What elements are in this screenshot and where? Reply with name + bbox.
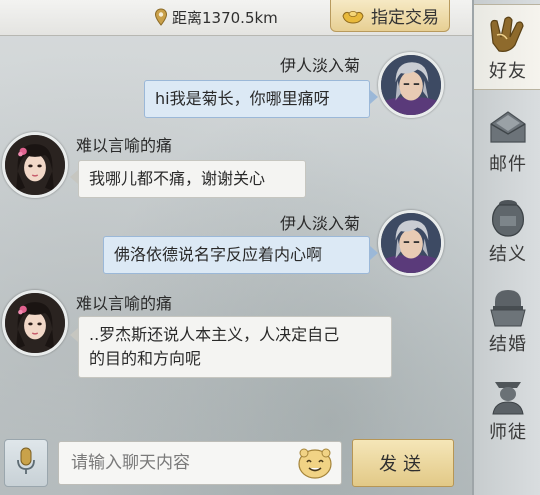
distance-label: 距离1370.5km	[172, 8, 278, 27]
message-text-line: 的目的和方向呢	[89, 349, 202, 368]
designated-trade-button[interactable]: 指定交易	[330, 0, 450, 32]
friends-handshake-icon	[485, 13, 531, 55]
sender-name: 伊人淡入菊	[280, 56, 361, 75]
emoji-button[interactable]	[295, 445, 335, 481]
message-text: hi我是菊长，你哪里痛呀	[155, 89, 330, 108]
sender-name: 难以言喻的痛	[76, 294, 173, 313]
sidebar-item-master-apprentice[interactable]: 师徒	[474, 366, 540, 452]
chat-bubble-outgoing: 佛洛依德说名字反应着内心啊	[103, 236, 370, 274]
smiley-face-icon	[295, 448, 335, 485]
bubble-tail	[70, 328, 78, 342]
chat-input-bar: 发送	[0, 433, 472, 495]
chat-bubble-incoming: ..罗杰斯还说人本主义，人决定自己 的目的和方向呢	[78, 316, 392, 378]
avatar-male[interactable]	[378, 210, 444, 276]
message-text: 佛洛依德说名字反应着内心啊	[114, 245, 323, 264]
sidebar-label-marriage: 结婚	[489, 334, 527, 355]
sidebar-label-master-apprentice: 师徒	[489, 422, 527, 443]
bubble-tail	[370, 246, 378, 260]
sidebar-label-friends: 好友	[489, 61, 527, 82]
chat-bubble-incoming: 我哪儿都不痛，谢谢关心	[78, 160, 306, 198]
sidebar-item-marriage[interactable]: 结婚	[474, 278, 540, 364]
sidebar-item-friends[interactable]: 好友	[474, 4, 540, 90]
master-apprentice-icon	[485, 374, 531, 416]
sender-name: 伊人淡入菊	[280, 214, 361, 233]
send-button[interactable]: 发送	[352, 439, 454, 487]
avatar-male[interactable]	[378, 52, 444, 118]
sidebar-item-mail[interactable]: 邮件	[474, 98, 540, 184]
avatar-female[interactable]	[2, 132, 68, 198]
bubble-tail	[70, 170, 78, 184]
sidebar-item-sworn-brotherhood[interactable]: 结义	[474, 188, 540, 274]
designated-trade-label: 指定交易	[371, 8, 439, 28]
location-pin-icon	[154, 8, 168, 26]
top-bar: 距离1370.5km 指定交易	[0, 0, 472, 36]
bubble-tail	[370, 90, 378, 104]
distance-indicator: 距离1370.5km	[154, 6, 278, 28]
sidebar-label-sworn-brotherhood: 结义	[489, 244, 527, 265]
message-text-line: ..罗杰斯还说人本主义，人决定自己	[89, 325, 340, 344]
sender-name: 难以言喻的痛	[76, 136, 173, 155]
gold-ingot-icon	[341, 7, 365, 25]
microphone-icon	[16, 446, 36, 480]
message-text: 我哪儿都不痛，谢谢关心	[89, 169, 266, 188]
avatar-female[interactable]	[2, 290, 68, 356]
envelope-icon	[485, 106, 531, 148]
chat-input-container	[58, 441, 342, 485]
marriage-icon	[485, 286, 531, 328]
sidebar-label-mail: 邮件	[489, 154, 527, 175]
chat-bubble-outgoing: hi我是菊长，你哪里痛呀	[144, 80, 370, 118]
social-sidebar: 好友 邮件 结义 结婚 师徒	[472, 0, 540, 495]
voice-input-button[interactable]	[4, 439, 48, 487]
chat-message-input[interactable]	[59, 442, 289, 484]
wine-jar-icon	[485, 196, 531, 238]
